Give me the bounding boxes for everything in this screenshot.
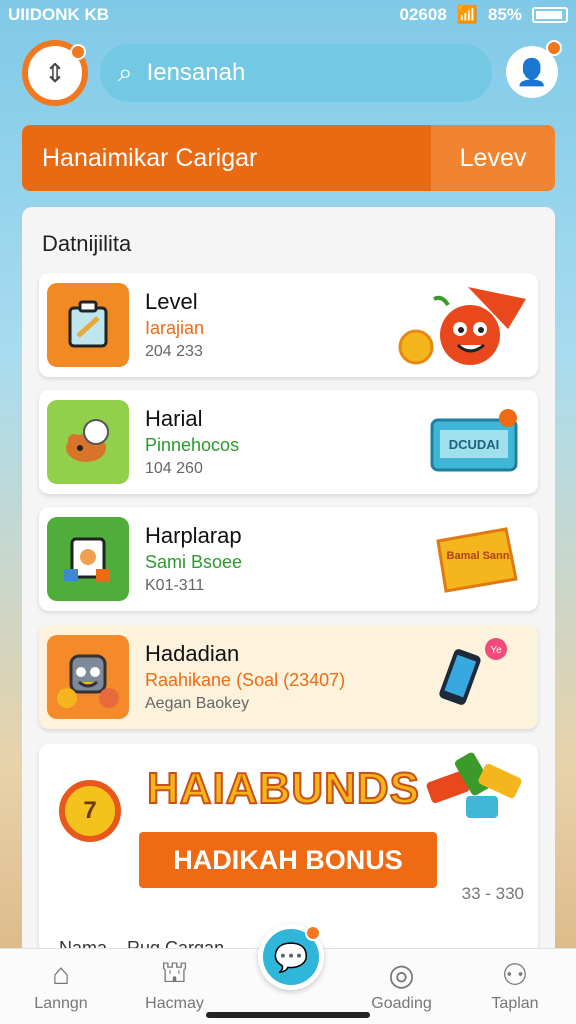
notification-dot bbox=[70, 44, 86, 60]
card-meta: K01-311 bbox=[145, 577, 205, 594]
tomato-mascot-icon bbox=[398, 287, 526, 365]
card-name: Harplarap bbox=[145, 523, 242, 548]
tag-text: Bamal Sann bbox=[447, 550, 510, 562]
ticket-icon: DCUDAI bbox=[430, 409, 518, 472]
header-banner[interactable]: Hanaimikar Carigar Levev bbox=[22, 125, 555, 191]
ticket-text: DCUDAI bbox=[449, 437, 500, 452]
user-icon: 👤 bbox=[515, 56, 549, 87]
nav-item-goading[interactable]: ◎ Goading bbox=[357, 949, 447, 1024]
target-icon: ◎ bbox=[388, 958, 415, 992]
home-indicator bbox=[206, 1012, 370, 1018]
card-thumbnail bbox=[47, 635, 129, 719]
nav-item-home[interactable]: ⌂ Lanngn bbox=[16, 949, 106, 1024]
profile-icon: ⚇ bbox=[501, 958, 529, 992]
panel-title: Datnijilita bbox=[42, 231, 132, 256]
tag-icon: Bamal Sann bbox=[436, 527, 518, 593]
home-icon: ⌂ bbox=[51, 958, 71, 991]
puzzle-icon bbox=[64, 537, 110, 581]
profile-notification-dot bbox=[546, 40, 562, 56]
card-meta: Aegan Baokey bbox=[145, 695, 250, 712]
house-flag-icon: ⛫ bbox=[160, 956, 189, 989]
nav-label: Goading bbox=[371, 995, 432, 1012]
bear-icon bbox=[66, 419, 109, 462]
nav-label: Hacmay bbox=[145, 995, 204, 1012]
card-name: Level bbox=[145, 289, 198, 314]
nav-item-profile[interactable]: ⚇ Taplan bbox=[470, 949, 560, 1024]
bonus-headline: HAIABUNDS bbox=[146, 763, 420, 814]
search-icon: ⌕ bbox=[118, 57, 133, 87]
chat-bubble-icon: 💬 bbox=[273, 941, 309, 973]
status-carrier: UIIDONK KB bbox=[8, 5, 110, 24]
list-item[interactable]: Hadadian Raahikane (Soal (23407) Aegan B… bbox=[39, 625, 538, 729]
card-subtitle: Raahikane (Soal (23407) bbox=[145, 670, 346, 690]
list-item[interactable]: Level Iarajian 204 233 bbox=[39, 273, 538, 377]
robot-icon bbox=[57, 654, 119, 708]
profile-button[interactable]: 👤 bbox=[506, 40, 562, 98]
list-item[interactable]: Harplarap Sami Bsoee K01-311 Bamal Sann bbox=[39, 507, 538, 611]
clipboard-icon bbox=[68, 300, 108, 348]
bonus-count: 33 - 330 bbox=[461, 884, 524, 903]
card-name: Harial bbox=[145, 406, 203, 431]
card-thumbnail bbox=[47, 517, 129, 601]
chat-fab-button[interactable]: 💬 bbox=[258, 924, 324, 990]
fab-notification-dot bbox=[305, 925, 321, 941]
card-thumbnail bbox=[47, 400, 129, 484]
search-placeholder: Iensanah bbox=[146, 59, 246, 86]
coin-icon: 7 bbox=[59, 780, 121, 842]
wifi-icon: 📶 bbox=[456, 5, 478, 24]
card-meta: 204 233 bbox=[145, 343, 203, 360]
nav-label: Taplan bbox=[491, 995, 539, 1012]
bonus-card: 7 HAIABUNDS HADIKAH BONUS 33 - 330 Nama.… bbox=[39, 744, 538, 958]
card-meta: 104 260 bbox=[145, 460, 203, 477]
card-subtitle: Iarajian bbox=[145, 318, 205, 338]
blocks-icon bbox=[426, 752, 522, 818]
list-item[interactable]: Harial Pinnehocos 104 260 DCUDAI bbox=[39, 390, 538, 494]
level-button[interactable]: Levev bbox=[431, 125, 555, 191]
menu-toggle-button[interactable]: ⇕ bbox=[22, 40, 88, 106]
search-input[interactable]: ⌕ Iensanah bbox=[100, 44, 492, 102]
chevron-up-down-icon: ⇕ bbox=[44, 57, 66, 88]
bonus-button[interactable]: HADIKAH BONUS bbox=[139, 832, 437, 888]
card-subtitle: Sami Bsoee bbox=[145, 552, 243, 572]
status-bar: UIIDONK KB 02608 📶 85% bbox=[0, 0, 576, 30]
battery-text: 85% bbox=[487, 5, 522, 24]
banner-title: Hanaimikar Carigar bbox=[42, 143, 258, 172]
status-right: 02608 📶 85% bbox=[400, 5, 568, 25]
battery-icon bbox=[532, 7, 568, 23]
top-row: ⇕ ⌕ Iensanah 👤 bbox=[22, 40, 562, 106]
phone-badge: Ye bbox=[490, 645, 502, 656]
card-subtitle: Pinnehocos bbox=[145, 435, 240, 455]
status-time: 02608 bbox=[399, 5, 447, 24]
card-thumbnail bbox=[47, 283, 129, 367]
phone-icon: Ye bbox=[439, 638, 507, 705]
nav-label: Lanngn bbox=[34, 995, 88, 1012]
content-panel: Datnijilita Level Iarajian 204 233 Haria… bbox=[22, 207, 555, 967]
card-name: Hadadian bbox=[145, 641, 240, 666]
